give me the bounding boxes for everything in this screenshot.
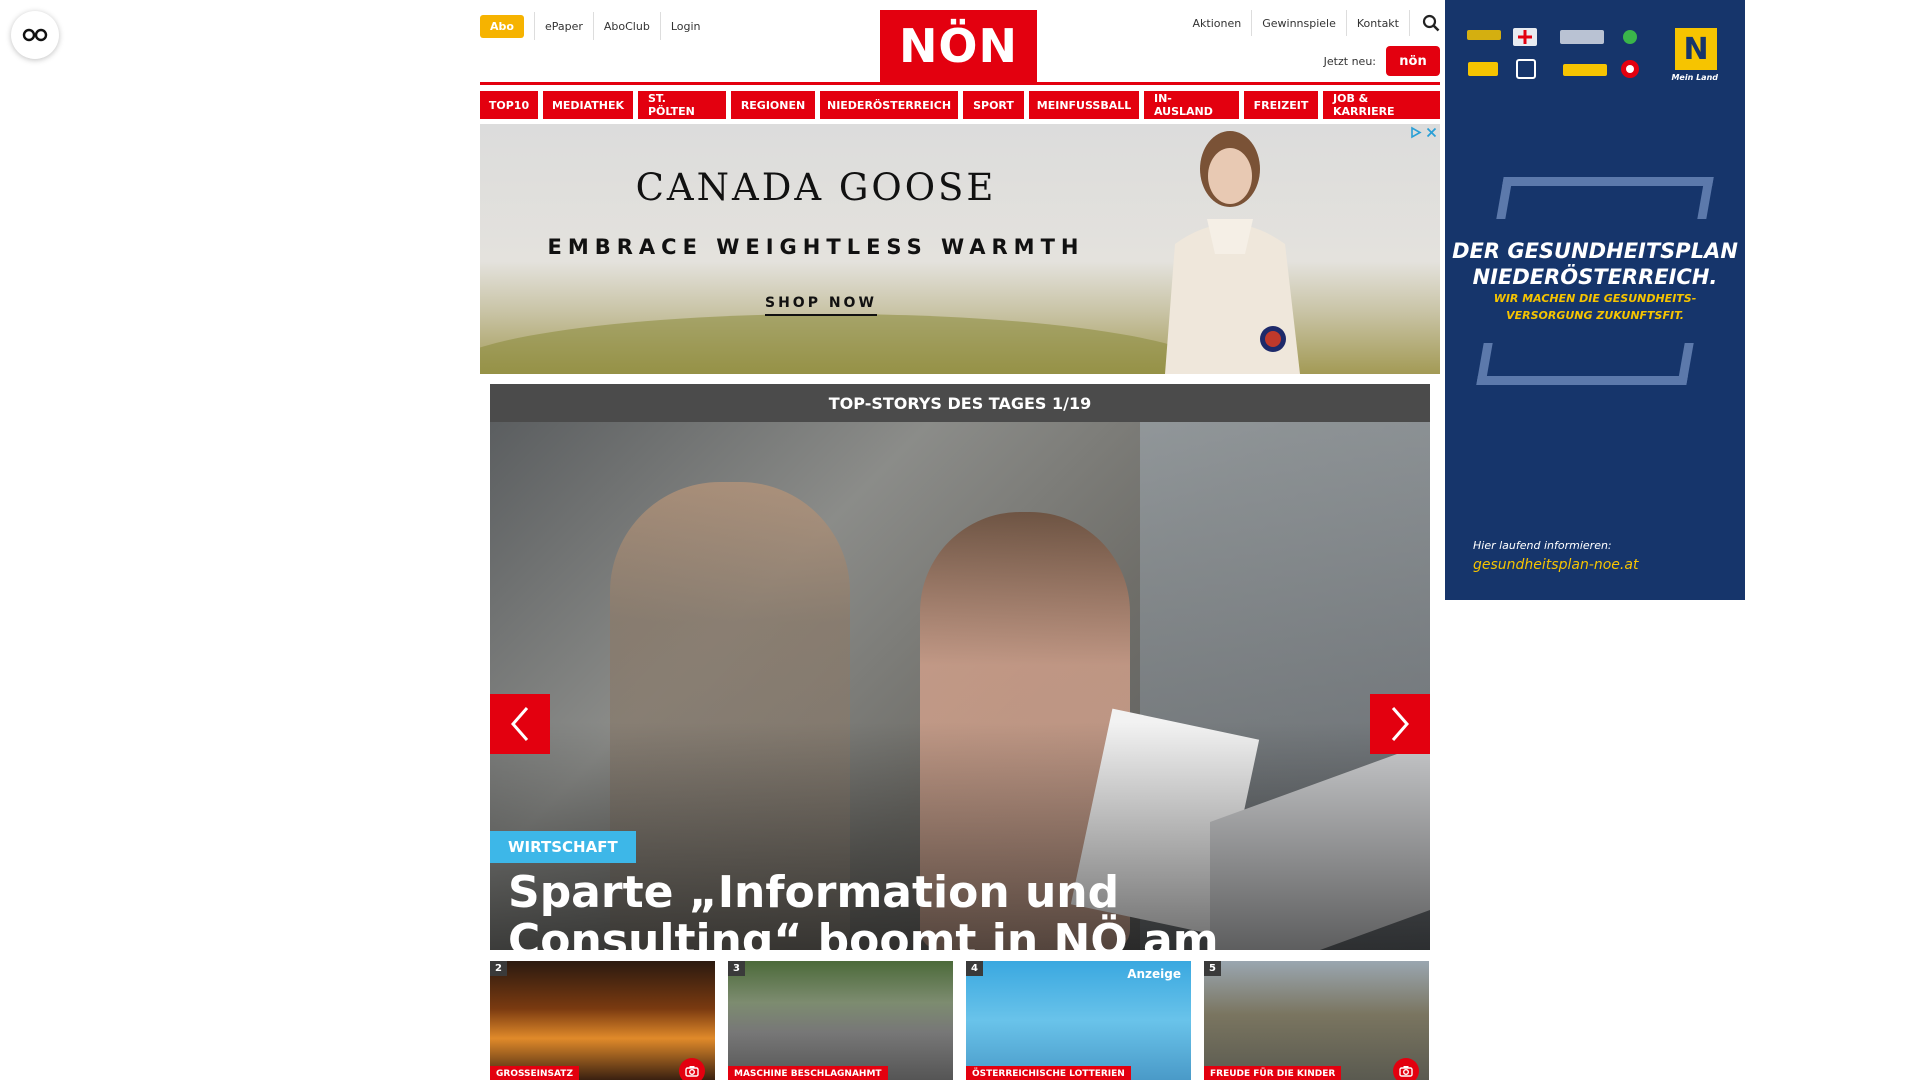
search-icon <box>1422 14 1440 32</box>
ad-model-image <box>1165 131 1300 374</box>
side-ad-url-link[interactable]: gesundheitsplan-noe.at <box>1473 557 1638 573</box>
teaser-category: GROSSEINSATZ <box>490 1066 579 1080</box>
accessibility-button[interactable] <box>11 11 59 59</box>
nav-item-st-poelten[interactable]: ST. PÖLTEN <box>638 91 726 119</box>
nav-item-niederoesterreich[interactable]: NIEDERÖSTERREICH <box>820 91 958 119</box>
abo-button[interactable]: Abo <box>480 14 524 38</box>
teaser-card[interactable]: 4 Anzeige ÖSTERREICHISCHE LOTTERIEN <box>966 961 1191 1080</box>
side-ad-subheadline: WIR MACHEN DIE GESUNDHEITS- VERSORGUNG Z… <box>1445 290 1745 324</box>
login-link[interactable]: Login <box>659 12 711 40</box>
nav-item-meinfussball[interactable]: MEINFUSSBALL <box>1029 91 1139 119</box>
slide-category-badge[interactable]: WIRTSCHAFT <box>490 831 636 863</box>
side-ad-sub-line2: VERSORGUNG ZUKUNFTSFIT. <box>1506 309 1684 322</box>
chevron-left-icon <box>511 707 529 741</box>
nav-item-top10[interactable]: TOP10 <box>480 91 538 119</box>
teaser-card[interactable]: 2 GROSSEINSATZ <box>490 961 715 1080</box>
kontakt-link[interactable]: Kontakt <box>1347 10 1410 36</box>
page: Abo ePaper AboClub Login NÖN Aktionen Ge… <box>0 0 1920 1080</box>
side-ad-headline-line2: NIEDERÖSTERREICH. <box>1472 265 1718 289</box>
mein-land-logo: N <box>1675 28 1717 70</box>
teaser-category: ÖSTERREICHISCHE LOTTERIEN <box>966 1066 1131 1080</box>
nav-item-job-karriere[interactable]: JOB & KARRIERE <box>1323 91 1440 119</box>
side-ad-note: Hier laufend informieren: <box>1473 539 1612 552</box>
glasses-icon <box>22 28 48 42</box>
slide-image[interactable]: WIRTSCHAFT Sparte „Information und Consu… <box>490 422 1430 950</box>
teaser-category: MASCHINE BESCHLAGNAHMT <box>728 1066 888 1080</box>
slider-next-button[interactable] <box>1370 694 1430 754</box>
slide-headline[interactable]: Sparte „Information und Consulting“ boom… <box>508 869 1408 951</box>
aktionen-link[interactable]: Aktionen <box>1183 10 1253 36</box>
camera-icon <box>1393 1058 1419 1080</box>
teaser-card[interactable]: 5 FREUDE FÜR DIE KINDER <box>1204 961 1429 1080</box>
nav-item-sport[interactable]: SPORT <box>963 91 1024 119</box>
teaser-card[interactable]: 3 MASCHINE BESCHLAGNAHMT <box>728 961 953 1080</box>
epaper-link[interactable]: ePaper <box>533 12 593 40</box>
ad-info-icon[interactable] <box>1409 126 1422 139</box>
frame-decoration-top <box>1496 177 1714 219</box>
side-ad-headline: DER GESUNDHEITSPLAN NIEDERÖSTERREICH. <box>1445 238 1745 290</box>
teaser-number: 5 <box>1204 961 1221 976</box>
ad-tagline: EMBRACE WEIGHTLESS WARMTH <box>547 235 1085 259</box>
mein-land-caption: Mein Land <box>1671 73 1718 82</box>
main-nav: TOP10 MEDIATHEK ST. PÖLTEN REGIONEN NIED… <box>480 91 1440 119</box>
frame-decoration-bottom <box>1476 343 1694 385</box>
jetzt-neu-logo[interactable]: nön <box>1386 46 1440 76</box>
nav-item-regionen[interactable]: REGIONEN <box>731 91 815 119</box>
gewinnspiele-link[interactable]: Gewinnspiele <box>1252 10 1347 36</box>
sidebar-ad[interactable]: N Mein Land DER GESUNDHEITSPLAN NIEDERÖS… <box>1445 0 1745 600</box>
teaser-number: 3 <box>728 961 745 976</box>
teaser-number: 4 <box>966 961 983 976</box>
top-right-links: Aktionen Gewinnspiele Kontakt <box>1183 10 1440 36</box>
jetzt-neu-label: Jetzt neu: <box>1323 54 1376 68</box>
top-left-links: Abo ePaper AboClub Login <box>480 12 711 40</box>
search-button[interactable] <box>1410 14 1440 32</box>
ad-banner[interactable]: CANADA GOOSE EMBRACE WEIGHTLESS WARMTH S… <box>480 124 1440 374</box>
ad-choices[interactable] <box>1409 126 1438 139</box>
site-logo[interactable]: NÖN <box>880 10 1037 82</box>
anzeige-badge: Anzeige <box>1127 967 1181 981</box>
nav-item-freizeit[interactable]: FREIZEIT <box>1244 91 1318 119</box>
teaser-number: 2 <box>490 961 507 976</box>
side-ad-headline-line1: DER GESUNDHEITSPLAN <box>1452 239 1738 263</box>
ad-shop-now-link[interactable]: SHOP NOW <box>765 295 877 316</box>
top-stories-slider: TOP-STORYS DES TAGES 1/19 WIRTSCHAFT Spa… <box>490 384 1430 950</box>
jetzt-neu: Jetzt neu: nön <box>1324 46 1440 76</box>
ad-brand: CANADA GOOSE <box>635 166 997 209</box>
aboclub-link[interactable]: AboClub <box>592 12 660 40</box>
slider-prev-button[interactable] <box>490 694 550 754</box>
site-header: Abo ePaper AboClub Login NÖN Aktionen Ge… <box>480 0 1440 88</box>
side-ad-sub-line1: WIR MACHEN DIE GESUNDHEITS- <box>1493 292 1697 305</box>
ad-landscape <box>480 314 1220 374</box>
slider-heading: TOP-STORYS DES TAGES 1/19 <box>490 384 1430 422</box>
camera-icon <box>679 1058 705 1080</box>
chevron-right-icon <box>1391 707 1409 741</box>
teaser-category: FREUDE FÜR DIE KINDER <box>1204 1066 1342 1080</box>
nav-item-mediathek[interactable]: MEDIATHEK <box>543 91 633 119</box>
header-divider <box>480 82 1440 85</box>
close-icon[interactable] <box>1425 126 1438 139</box>
teaser-row: 2 GROSSEINSATZ 3 MASCHINE BESCHLAGNAHMT … <box>490 961 1430 1080</box>
nav-item-in-ausland[interactable]: IN-AUSLAND <box>1144 91 1239 119</box>
